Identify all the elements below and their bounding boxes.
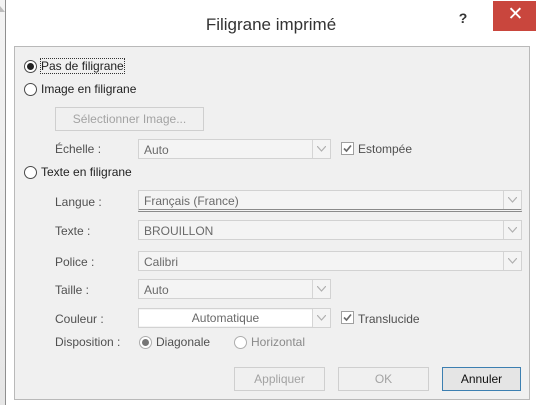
chevron-down-icon [508, 258, 517, 264]
checkmark-icon [343, 313, 352, 322]
color-label: Couleur : [55, 312, 104, 326]
size-dropdown[interactable] [312, 280, 330, 298]
semitransparent-checkbox[interactable] [341, 311, 354, 324]
font-label: Police : [55, 255, 95, 269]
chevron-down-icon [508, 197, 517, 203]
chevron-down-icon [317, 315, 326, 321]
language-label: Langue : [55, 195, 102, 209]
no-watermark-label[interactable]: Pas de filigrane [40, 58, 125, 74]
radio-layout-horizontal[interactable] [234, 336, 247, 349]
text-select[interactable]: BROUILLON [138, 220, 522, 240]
close-button[interactable]: ✕ [493, 1, 536, 31]
ok-button[interactable]: OK [338, 367, 429, 391]
checkmark-icon [343, 144, 352, 153]
radio-layout-diagonal[interactable] [139, 336, 152, 349]
watermark-dialog: Filigrane imprimé ? ✕ Pas de filigrane I… [6, 0, 536, 405]
scale-select[interactable]: Auto [138, 139, 331, 159]
text-dropdown[interactable] [503, 221, 521, 239]
size-label: Taille : [55, 283, 90, 297]
radio-no-watermark[interactable] [24, 60, 37, 73]
text-label: Texte : [55, 224, 91, 238]
select-picture-button[interactable]: Sélectionner Image... [55, 107, 204, 131]
color-select[interactable]: Automatique [138, 308, 331, 328]
font-dropdown[interactable] [503, 252, 521, 270]
layout-label: Disposition : [55, 335, 121, 349]
text-watermark-label[interactable]: Texte en filigrane [41, 165, 132, 179]
font-select[interactable]: Calibri [138, 251, 522, 271]
scale-dropdown[interactable] [312, 140, 330, 158]
language-value: Français (France) [144, 194, 239, 208]
layout-diagonal-label[interactable]: Diagonale [156, 335, 210, 349]
washout-label: Estompée [358, 142, 413, 156]
title-bar: Filigrane imprimé ? ✕ [6, 0, 536, 46]
chevron-down-icon [508, 227, 517, 233]
chevron-down-icon [317, 146, 326, 152]
language-dropdown[interactable] [503, 191, 521, 209]
cancel-button[interactable]: Annuler [442, 367, 521, 391]
radio-picture-watermark[interactable] [24, 83, 37, 96]
help-button[interactable]: ? [453, 10, 473, 26]
radio-text-watermark[interactable] [24, 166, 37, 179]
picture-watermark-label[interactable]: Image en filigrane [41, 82, 136, 96]
chevron-down-icon [317, 286, 326, 292]
color-value: Automatique [139, 310, 312, 326]
washout-checkbox[interactable] [341, 142, 354, 155]
font-value: Calibri [144, 255, 179, 269]
semitransparent-label: Translucide [358, 312, 420, 326]
color-dropdown[interactable] [312, 309, 330, 327]
dialog-body: Pas de filigrane Image en filigrane Séle… [14, 46, 530, 400]
language-select[interactable]: Français (France) [138, 190, 522, 212]
size-select[interactable]: Auto [138, 279, 331, 299]
layout-horizontal-label[interactable]: Horizontal [251, 335, 305, 349]
size-value: Auto [144, 283, 169, 297]
text-value: BROUILLON [144, 224, 214, 238]
scale-value: Auto [144, 143, 169, 157]
apply-button[interactable]: Appliquer [234, 367, 325, 391]
close-icon: ✕ [507, 4, 524, 25]
scale-label: Échelle : [55, 142, 102, 156]
